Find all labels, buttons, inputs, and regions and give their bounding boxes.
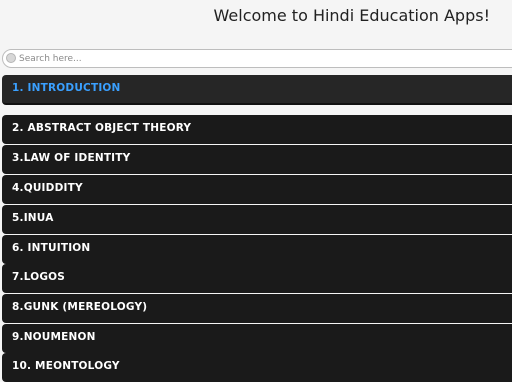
list-item-gunk-mereology[interactable]: 8.GUNK (MEREOLOGY): [2, 294, 512, 323]
list-item-abstract-object-theory[interactable]: 2. ABSTRACT OBJECT THEORY: [2, 115, 512, 144]
list-item-label: 2. ABSTRACT OBJECT THEORY: [12, 122, 192, 134]
list-item-label: 4.QUIDDITY: [12, 182, 83, 194]
list-item-label: 9.NOUMENON: [12, 331, 96, 343]
list-item-intuition[interactable]: 6. INTUITION: [2, 235, 512, 264]
list-item-law-of-identity[interactable]: 3.LAW OF IDENTITY: [2, 145, 512, 174]
search-bar[interactable]: [2, 49, 512, 68]
list-item-label: 7.LOGOS: [12, 271, 66, 283]
list-item-noumenon[interactable]: 9.NOUMENON: [2, 324, 512, 353]
list-item-label: 8.GUNK (MEREOLOGY): [12, 301, 148, 313]
search-input[interactable]: [19, 51, 499, 66]
list-item-label: 3.LAW OF IDENTITY: [12, 152, 131, 164]
list-item-meontology[interactable]: 10. MEONTOLOGY: [2, 353, 512, 382]
list-item-label: 10. MEONTOLOGY: [12, 360, 120, 372]
list-item-introduction[interactable]: 1. INTRODUCTION: [2, 75, 512, 105]
search-icon: [6, 53, 16, 63]
list-item-inua[interactable]: 5.INUA: [2, 205, 512, 234]
list-item-logos[interactable]: 7.LOGOS: [2, 264, 512, 293]
app-header: Welcome to Hindi Education Apps!: [0, 0, 512, 44]
list-item-label: 1. INTRODUCTION: [12, 82, 121, 94]
list-item-label: 5.INUA: [12, 212, 54, 224]
list-item-quiddity[interactable]: 4.QUIDDITY: [2, 175, 512, 204]
list-item-label: 6. INTUITION: [12, 242, 91, 254]
page-title: Welcome to Hindi Education Apps!: [213, 6, 490, 25]
